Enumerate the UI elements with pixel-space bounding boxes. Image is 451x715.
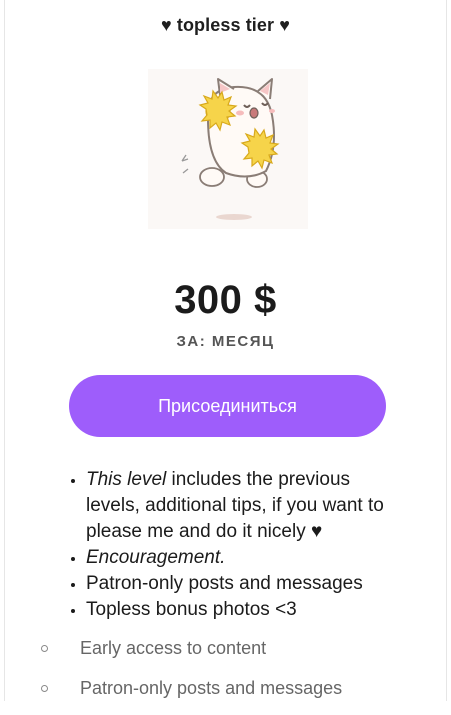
hollow-bullet-icon bbox=[41, 645, 48, 652]
benefit-item: Encouragement. bbox=[86, 545, 406, 571]
sub-benefits-list: Early access to content Patron-only post… bbox=[37, 635, 342, 715]
benefit-text: Topless bonus photos <3 bbox=[86, 599, 297, 620]
benefit-item: This level includes the previous levels,… bbox=[86, 467, 406, 545]
sub-benefit-text: Early access to content bbox=[80, 638, 267, 658]
benefit-italic: This level bbox=[86, 469, 167, 490]
tier-image-cat bbox=[148, 69, 308, 229]
tier-price: 300 $ bbox=[174, 278, 277, 322]
hollow-bullet-icon bbox=[41, 685, 48, 692]
benefit-italic: Encouragement. bbox=[86, 547, 226, 568]
sub-benefit-item: Patron-only posts and messages bbox=[37, 675, 342, 715]
cat-cheerleader-icon bbox=[181, 78, 280, 220]
tier-card: ♥ topless tier ♥ 300 $ ЗА: МЕСЯЦ Присоед… bbox=[4, 0, 447, 701]
sub-benefit-text: Patron-only posts and messages bbox=[80, 678, 343, 698]
sub-benefit-item: Early access to content bbox=[37, 635, 342, 675]
billing-period: ЗА: МЕСЯЦ bbox=[176, 333, 275, 350]
benefits-list: This level includes the previous levels,… bbox=[49, 467, 406, 623]
tier-title: ♥ topless tier ♥ bbox=[160, 15, 290, 35]
benefit-item: Patron-only posts and messages bbox=[86, 571, 406, 597]
join-button[interactable]: Присоединиться bbox=[69, 375, 386, 437]
benefit-text: Patron-only posts and messages bbox=[86, 573, 363, 594]
benefit-item: Topless bonus photos <3 bbox=[86, 597, 406, 623]
